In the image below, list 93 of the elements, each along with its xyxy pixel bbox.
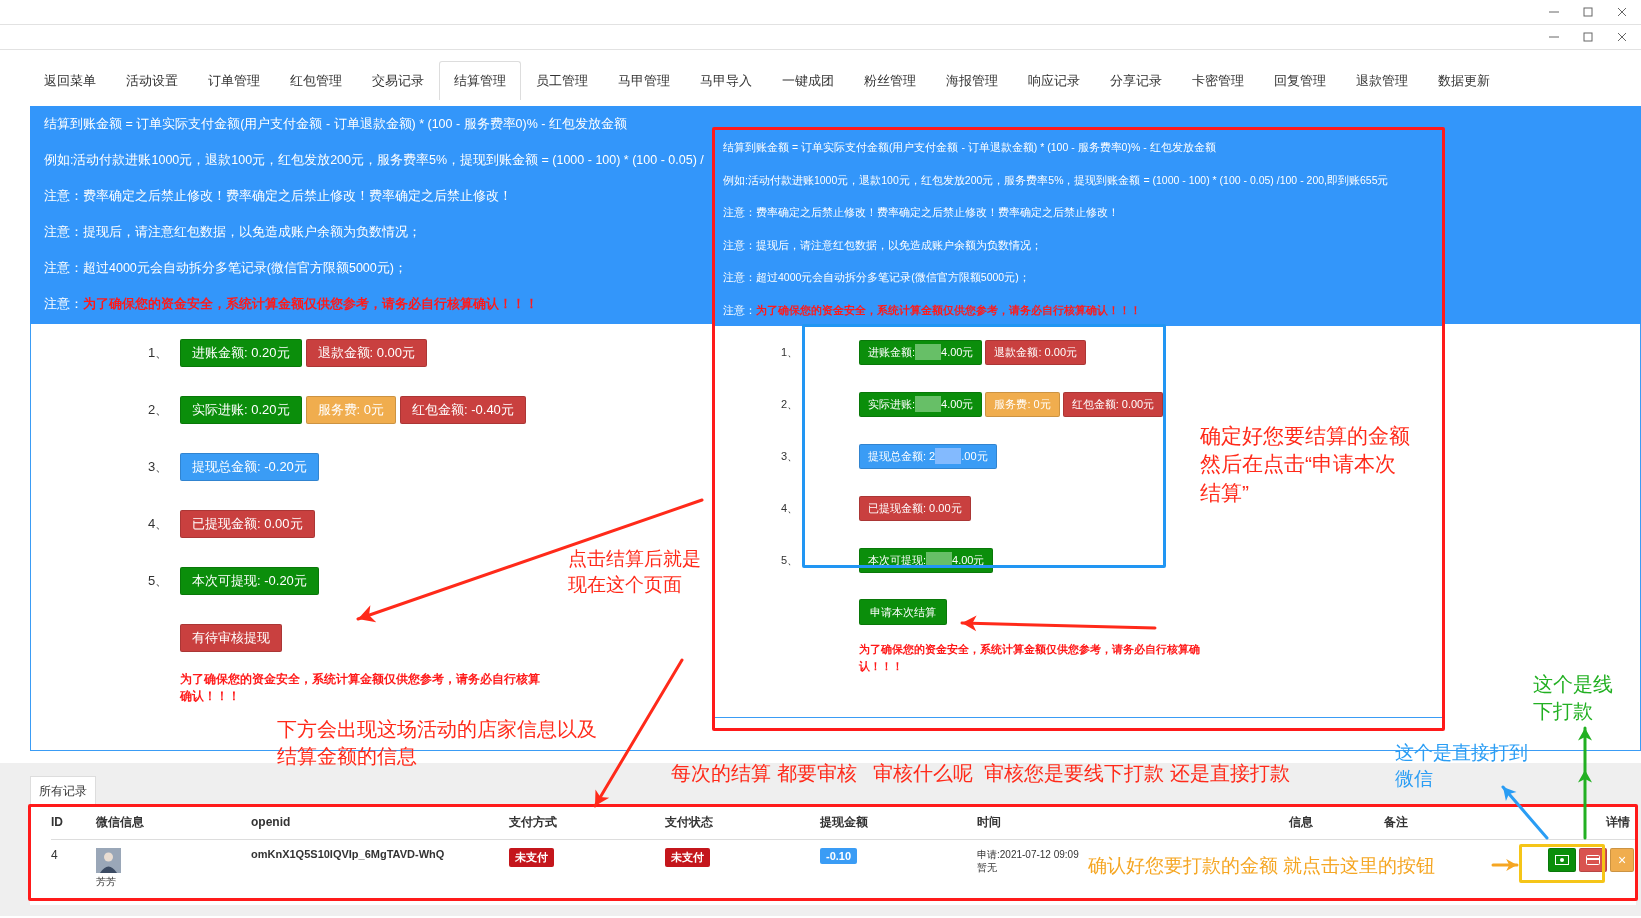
close-icon[interactable] [1615, 5, 1629, 19]
amount-badge: 提现总金额: -0.20元 [180, 452, 319, 481]
nav-tab[interactable]: 响应记录 [1013, 61, 1095, 100]
notice-line: 结算到账金额 = 订单实际支付金额(用户支付金额 - 订单退款金额) * (100 - 服务费率0)% - 红包发放金额 [44, 116, 627, 133]
amount-badge: 实际进账: 4.00元 [859, 391, 983, 417]
time-text: 申请:2021-07-12 09:09 [977, 848, 1079, 861]
nav-tab[interactable]: 退款管理 [1341, 61, 1423, 100]
row-number: 3、 [781, 448, 800, 464]
time-note: 暂无 [977, 861, 997, 874]
annotation-text: 确认好您要打款的金额 就点击这里的按钮 [1088, 854, 1436, 878]
amount-badge: 实际进账: 0.20元 [180, 395, 302, 424]
row-number: 4、 [148, 514, 170, 533]
column-header: 信息 [1289, 813, 1314, 831]
column-header: 详情 [1606, 813, 1631, 831]
annotation-text: 这个是线 下打款 [1533, 672, 1613, 724]
nav-tab[interactable]: 红包管理 [275, 61, 357, 100]
nickname: 芳芳 [96, 875, 116, 889]
card-icon [1586, 855, 1600, 865]
nav-tab[interactable]: 分享记录 [1095, 61, 1177, 100]
column-header: 备注 [1384, 813, 1409, 831]
row-number: 1、 [148, 343, 170, 362]
nav-tab[interactable]: 回复管理 [1259, 61, 1341, 100]
amount-badge: 退款金额: 0.00元 [305, 338, 428, 367]
column-header: ID [51, 815, 64, 829]
nav-tab[interactable]: 一键成团 [767, 61, 849, 100]
cash-icon [1555, 855, 1569, 865]
nav-tab[interactable]: 粉丝管理 [849, 61, 931, 100]
notice-line: 注意：费率确定之后禁止修改！费率确定之后禁止修改！费率确定之后禁止修改！ [723, 205, 1119, 220]
column-header: 支付方式 [509, 813, 558, 831]
amount-badge: 进账金额: 0.20元 [180, 338, 302, 367]
notice-line: 注意：费率确定之后禁止修改！费率确定之后禁止修改！费率确定之后禁止修改！ [44, 188, 512, 205]
status-badge: 未支付 [509, 848, 554, 867]
warning-text: 为了确保您的资金安全，系统计算金额仅供您参考，请务必自行核算确认！！！ [859, 642, 1201, 674]
notice-line: 注意：超过4000元会自动拆分多笔记录(微信官方限额5000元)； [44, 260, 407, 277]
notice-line: 例如:活动付款进账1000元，退款100元，红包发放200元，服务费率5%，提现到账金额 = (1000 - 100) * (100 - 0.05) /100 - 200,即到账655元 [723, 172, 1389, 188]
transfer-button[interactable] [1579, 848, 1607, 872]
row-number: 1、 [781, 344, 800, 360]
arrow [1491, 859, 1519, 871]
warning-text: 为了确保您的资金安全，系统计算金额仅供您参考，请务必自行核算确认！！！ [180, 671, 540, 705]
pay-button[interactable] [1548, 848, 1576, 872]
nav-tab[interactable]: 员工管理 [521, 61, 603, 100]
nav-tab[interactable]: 订单管理 [193, 61, 275, 100]
nav-tab[interactable]: 卡密管理 [1177, 61, 1259, 100]
amount-badge: 服务费: 0元 [305, 395, 396, 424]
arrow [1501, 785, 1549, 840]
row-number: 2、 [781, 396, 800, 412]
row-number: 5、 [781, 552, 800, 568]
amount-badge: 已提现金额: 0.00元 [859, 495, 971, 521]
column-header: 微信信息 [96, 813, 145, 831]
nav-tab[interactable]: 返回菜单 [29, 61, 111, 100]
notice-line: 注意：超过4000元会自动拆分多笔记录(微信官方限额5000元)； [723, 270, 1030, 285]
amount-badge: 服务费: 0元 [985, 391, 1060, 417]
amount-badge: 红包金额: 0.00元 [1062, 391, 1164, 417]
amount-badge: 本次可提现: -0.20元 [180, 566, 319, 595]
row-number: 5、 [148, 571, 170, 590]
annotation-text: 点击结算后就是 现在这个页面 [568, 547, 701, 597]
column-header: openid [251, 815, 292, 829]
row-number: 2、 [148, 400, 170, 419]
annotation-text: 每次的结算 都要审核 审核什么呢 审核您是要线下打款 还是直接打款 [671, 761, 1290, 786]
status-badge: 未支付 [665, 848, 710, 867]
nav-tab[interactable]: 海报管理 [931, 61, 1013, 100]
nav-tab[interactable]: 马甲管理 [603, 61, 685, 100]
records-tab[interactable]: 所有记录 [30, 776, 96, 805]
pending-review-button[interactable]: 有待审核提现 [180, 623, 282, 652]
notice-line: 注意：为了确保您的资金安全，系统计算金额仅供您参考，请务必自行核算确认！！！ [44, 295, 538, 313]
annotation-text: 确定好您要结算的金额 然后在点击“申请本次 结算” [1200, 423, 1410, 506]
avatar-icon [96, 848, 121, 873]
annotation-text: 下方会出现这场活动的店家信息以及 结算金额的信息 [277, 717, 597, 769]
submit-settlement-button[interactable]: 申请本次结算 [859, 599, 947, 625]
amount-badge: 退款金额: 0.00元 [985, 339, 1086, 365]
notice-line: 结算到账金额 = 订单实际支付金额(用户支付金额 - 订单退款金额) * (100 - 服务费率0)% - 红包发放金额 [723, 140, 1216, 155]
nav-tab[interactable]: 数据更新 [1423, 61, 1505, 100]
nav-tab[interactable]: 交易记录 [357, 61, 439, 100]
nav-tab[interactable]: 结算管理 [439, 61, 521, 100]
close-icon[interactable] [1615, 30, 1629, 44]
amount-badge: 进账金额: 4.00元 [859, 339, 983, 365]
amount-badge: 红包金额: -0.40元 [400, 395, 526, 424]
nav-tab[interactable]: 活动设置 [111, 61, 193, 100]
column-header: 时间 [977, 813, 1002, 831]
nav-tab[interactable]: 马甲导入 [685, 61, 767, 100]
table-cell-text: omKnX1Q5S10IQVIp_6MgTAVD-WhQ [251, 848, 446, 860]
column-header: 支付状态 [665, 813, 714, 831]
notice-line: 注意：为了确保您的资金安全，系统计算金额仅供您参考，请务必自行核算确认！！！ [723, 302, 1141, 318]
notice-line: 注意：提现后，请注意红包数据，以免造成账户余额为负数情况； [723, 237, 1042, 253]
notice-line: 注意：提现后，请注意红包数据，以免造成账户余额为负数情况； [44, 224, 421, 241]
amount-badge: 已提现金额: 0.00元 [180, 509, 315, 538]
row-number: 4、 [781, 500, 800, 516]
row-number: 3、 [148, 457, 170, 476]
notice-line: 例如:活动付款进账1000元，退款100元，红包发放200元，服务费率5%，提现到账金额 = (1000 - 100) * (100 - 0.05) / [44, 152, 704, 169]
amount-badge: 提现总金额: 2 .00元 [859, 443, 997, 469]
table-cell-text: 4 [51, 848, 59, 862]
column-header: 提现金额 [820, 813, 869, 831]
amount-badge: -0.10 [820, 848, 858, 864]
